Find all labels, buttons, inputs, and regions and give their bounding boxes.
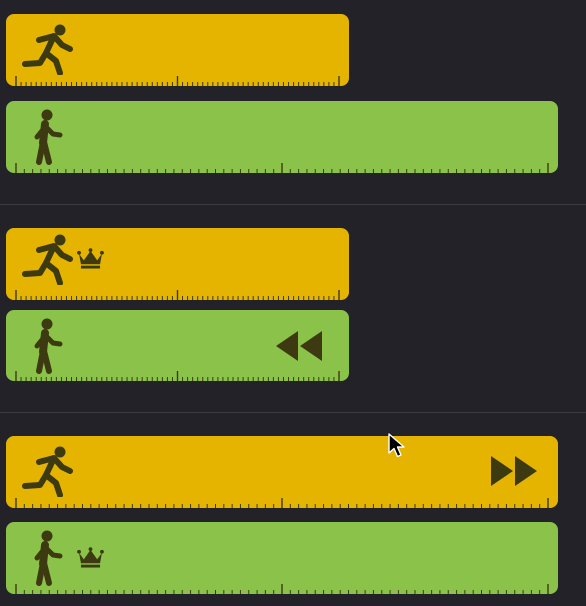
walk-bar-3[interactable] [6, 522, 558, 594]
runner-icon [22, 23, 74, 75]
run-bar-1[interactable] [6, 14, 349, 86]
ruler-ticks [6, 76, 349, 86]
fast-forward-icon [489, 456, 537, 486]
divider [0, 412, 586, 413]
divider [0, 204, 586, 205]
crown-icon [77, 248, 104, 269]
ruler-ticks [6, 290, 349, 300]
walk-bar-2[interactable] [6, 310, 349, 381]
walker-icon [29, 530, 69, 586]
runner-icon [22, 445, 74, 497]
run-bar-2[interactable] [6, 228, 349, 300]
ruler-ticks [6, 584, 558, 594]
crown-icon [77, 547, 104, 568]
ruler-ticks [6, 371, 349, 381]
rewind-icon [276, 331, 324, 361]
ruler-ticks [6, 163, 558, 173]
mouse-cursor-icon [388, 433, 406, 463]
walker-icon [29, 318, 69, 374]
runner-icon [22, 233, 74, 285]
walker-icon [29, 109, 69, 165]
ruler-ticks [6, 498, 558, 508]
walk-bar-1[interactable] [6, 101, 558, 173]
run-bar-3[interactable] [6, 436, 558, 508]
